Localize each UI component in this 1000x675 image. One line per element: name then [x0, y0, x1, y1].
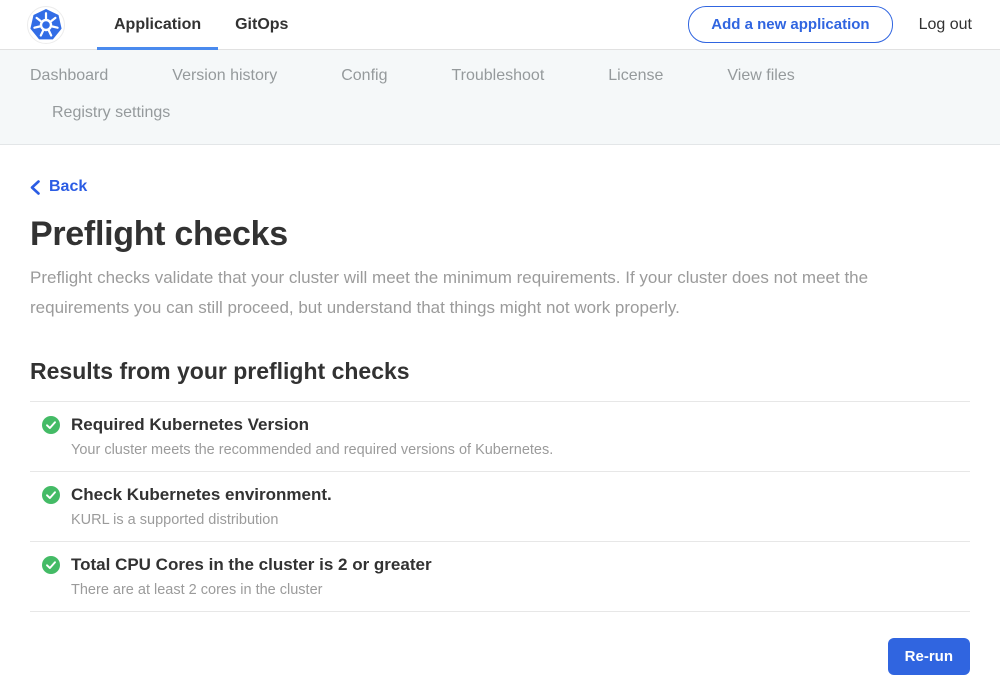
- footer-actions: Re-run: [30, 638, 970, 675]
- preflight-results-list: Required Kubernetes Version Your cluster…: [30, 401, 970, 612]
- rerun-button[interactable]: Re-run: [888, 638, 970, 675]
- tab-gitops-label: GitOps: [235, 16, 288, 34]
- header-tabs: Application GitOps: [97, 0, 305, 49]
- preflight-page: Back Preflight checks Preflight checks v…: [0, 145, 1000, 675]
- tab-application-label: Application: [114, 16, 201, 34]
- check-text: Total CPU Cores in the cluster is 2 or g…: [71, 555, 432, 599]
- results-heading: Results from your preflight checks: [30, 358, 970, 385]
- tab-application[interactable]: Application: [97, 0, 218, 49]
- logo-container[interactable]: [27, 0, 65, 49]
- subnav-item-version-history[interactable]: Version history: [172, 67, 277, 85]
- subnav-item-license[interactable]: License: [608, 67, 663, 85]
- check-title: Check Kubernetes environment.: [71, 485, 332, 505]
- check-circle-icon: [42, 486, 60, 504]
- subnav-item-registry-settings[interactable]: Registry settings: [52, 104, 170, 122]
- chevron-left-icon: [30, 180, 40, 195]
- check-text: Check Kubernetes environment. KURL is a …: [71, 485, 332, 529]
- check-text: Required Kubernetes Version Your cluster…: [71, 415, 553, 459]
- subnav-item-view-files[interactable]: View files: [727, 67, 794, 85]
- logout-link[interactable]: Log out: [919, 16, 972, 34]
- check-circle-icon: [42, 556, 60, 574]
- preflight-check-row: Required Kubernetes Version Your cluster…: [30, 402, 970, 472]
- subnav-item-troubleshoot[interactable]: Troubleshoot: [451, 67, 544, 85]
- back-link[interactable]: Back: [30, 178, 87, 196]
- check-detail: Your cluster meets the recommended and r…: [71, 442, 553, 459]
- preflight-check-row: Check Kubernetes environment. KURL is a …: [30, 472, 970, 542]
- top-header: Application GitOps Add a new application…: [0, 0, 1000, 50]
- header-right: Add a new application Log out: [688, 0, 972, 49]
- subnav-item-dashboard[interactable]: Dashboard: [30, 67, 108, 85]
- check-detail: KURL is a supported distribution: [71, 512, 332, 529]
- check-detail: There are at least 2 cores in the cluste…: [71, 582, 432, 599]
- page-title: Preflight checks: [30, 215, 970, 254]
- app-subnav: Dashboard Version history Config Trouble…: [0, 50, 1000, 145]
- subnav-row-1: Dashboard Version history Config Trouble…: [30, 56, 970, 96]
- check-title: Total CPU Cores in the cluster is 2 or g…: [71, 555, 432, 575]
- back-link-label: Back: [49, 178, 87, 196]
- kubernetes-logo-icon: [27, 6, 65, 44]
- add-new-application-button[interactable]: Add a new application: [688, 6, 892, 43]
- check-circle-icon: [42, 416, 60, 434]
- subnav-item-config[interactable]: Config: [341, 67, 387, 85]
- subnav-row-2: Registry settings: [30, 96, 970, 130]
- check-title: Required Kubernetes Version: [71, 415, 553, 435]
- preflight-check-row: Total CPU Cores in the cluster is 2 or g…: [30, 542, 970, 612]
- page-description: Preflight checks validate that your clus…: [30, 263, 955, 323]
- tab-gitops[interactable]: GitOps: [218, 0, 305, 49]
